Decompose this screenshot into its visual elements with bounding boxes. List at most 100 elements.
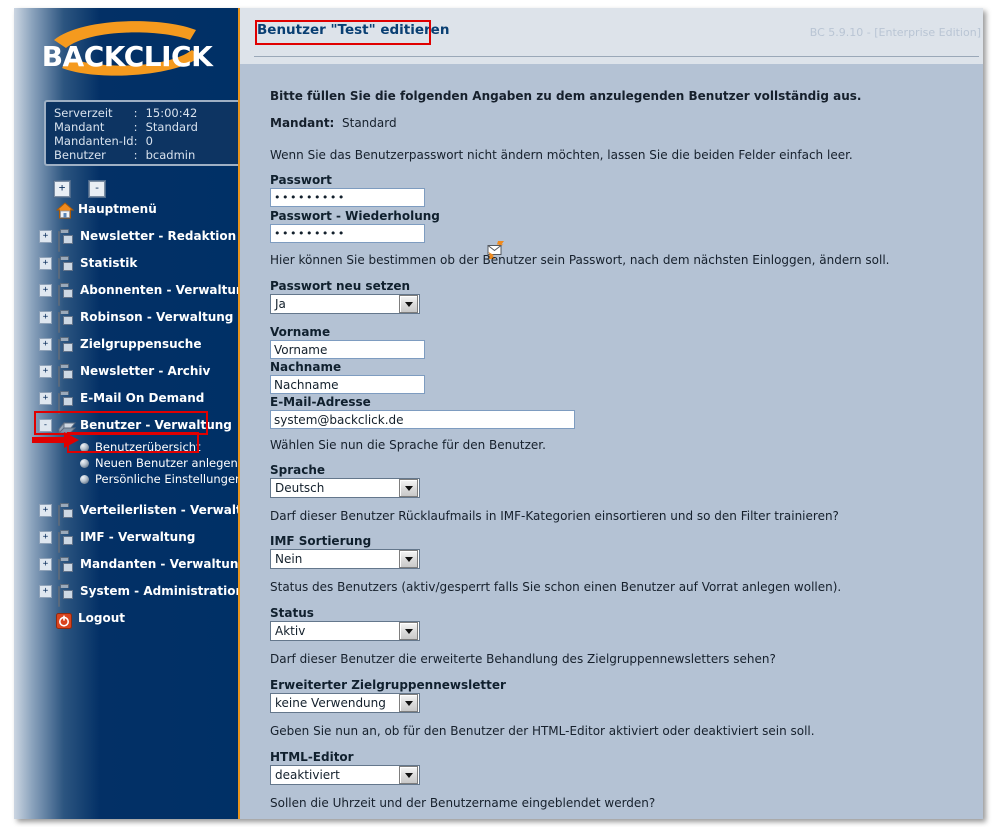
folder-icon xyxy=(58,228,75,252)
sidebar-item-newsletter-redaktion[interactable]: + Newsletter - Redaktion xyxy=(14,223,240,252)
imf-label: IMF Sortierung xyxy=(270,534,372,548)
folder-icon xyxy=(58,255,75,279)
sidebar-item-label: Newsletter - Archiv xyxy=(80,364,211,378)
status-label: Status xyxy=(270,606,314,620)
house-icon xyxy=(55,200,75,219)
sidebar-item-label: Verteilerlisten - Verwaltung xyxy=(80,503,240,517)
info-value: bcadmin xyxy=(145,148,196,162)
expander-icon[interactable]: + xyxy=(39,257,52,270)
password-input[interactable] xyxy=(270,188,425,207)
html-editor-select[interactable]: deaktiviert xyxy=(270,765,420,785)
chevron-down-icon[interactable] xyxy=(399,622,418,640)
bullet-icon xyxy=(80,475,89,484)
sidebar: BACKCLICK Serverzeit : 15:00:42 Mandant … xyxy=(14,8,240,819)
newpassword-select[interactable]: Ja xyxy=(270,294,420,314)
lastname-input[interactable] xyxy=(270,375,425,394)
expander-icon[interactable]: + xyxy=(39,504,52,517)
email-input[interactable] xyxy=(270,410,575,429)
sidebar-item-label: Statistik xyxy=(80,256,138,270)
folder-icon xyxy=(58,529,75,553)
chevron-down-icon[interactable] xyxy=(399,694,418,712)
folder-icon xyxy=(58,309,75,333)
sidebar-item-email-on-demand[interactable]: + E-Mail On Demand xyxy=(14,385,240,414)
sidebar-item-newsletter-archiv[interactable]: + Newsletter - Archiv xyxy=(14,358,240,387)
firstname-input[interactable] xyxy=(270,340,425,359)
language-select-value: Deutsch xyxy=(275,481,325,495)
info-value: Standard xyxy=(145,120,198,134)
expander-icon[interactable]: + xyxy=(39,230,52,243)
newpassword-label: Passwort neu setzen xyxy=(270,279,411,293)
expander-icon[interactable]: + xyxy=(39,284,52,297)
chevron-down-icon[interactable] xyxy=(399,766,418,784)
chevron-down-icon[interactable] xyxy=(399,550,418,568)
users-icon xyxy=(57,417,77,435)
header-divider xyxy=(254,56,979,57)
info-value: 15:00:42 xyxy=(145,106,198,120)
sidebar-item-label: Robinson - Verwaltung xyxy=(80,310,234,324)
zielgruppennewsletter-select-value: keine Verwendung xyxy=(275,696,386,710)
info-value: 0 xyxy=(145,134,153,148)
chevron-down-icon[interactable] xyxy=(399,295,418,313)
collapse-all-button[interactable]: - xyxy=(89,181,106,197)
status-select[interactable]: Aktiv xyxy=(270,621,420,641)
sidebar-item-label: Benutzer - Verwaltung xyxy=(80,418,232,432)
expander-icon[interactable]: - xyxy=(39,419,52,432)
expander-icon[interactable]: + xyxy=(39,365,52,378)
sidebar-item-label: IMF - Verwaltung xyxy=(80,530,196,544)
sidebar-item-system-administration[interactable]: + System - Administration xyxy=(14,578,240,607)
sidebar-subitem-persoenliche-einstellungen[interactable]: Persönliche Einstellungen xyxy=(14,471,240,487)
sidebar-item-hauptmenue[interactable]: Hauptmenü xyxy=(14,196,240,223)
bullet-icon xyxy=(80,443,89,452)
server-info-box: Serverzeit : 15:00:42 Mandant : Standard… xyxy=(44,100,240,166)
zielgruppennewsletter-hint-text: Darf dieser Benutzer die erweiterte Beha… xyxy=(270,652,776,666)
mandant-value: Standard xyxy=(342,116,397,130)
password-repeat-input[interactable] xyxy=(270,224,425,243)
sidebar-item-label: Hauptmenü xyxy=(78,202,157,216)
password-hint-text: Wenn Sie das Benutzerpasswort nicht ände… xyxy=(270,148,853,162)
expander-icon[interactable]: + xyxy=(39,338,52,351)
info-row: Benutzer : bcadmin xyxy=(54,149,198,163)
imf-select[interactable]: Nein xyxy=(270,549,420,569)
sidebar-item-imf-verwaltung[interactable]: + IMF - Verwaltung xyxy=(14,524,240,553)
sidebar-subitem-benutzeruebersicht[interactable]: Benutzerübersicht xyxy=(14,439,240,455)
time-display-hint-text: Sollen die Uhrzeit und der Benutzername … xyxy=(270,796,656,810)
imf-select-value: Nein xyxy=(275,552,303,566)
expander-icon[interactable]: + xyxy=(39,311,52,324)
folder-icon xyxy=(58,502,75,526)
sidebar-item-robinson-verwaltung[interactable]: + Robinson - Verwaltung xyxy=(14,304,240,333)
sidebar-item-statistik[interactable]: + Statistik xyxy=(14,250,240,279)
logo-text: BACKCLICK xyxy=(41,40,213,73)
expander-icon[interactable]: + xyxy=(39,558,52,571)
expander-icon[interactable]: + xyxy=(39,392,52,405)
sidebar-item-logout[interactable]: Logout xyxy=(14,605,240,632)
zielgruppennewsletter-select[interactable]: keine Verwendung xyxy=(270,693,420,713)
zielgruppennewsletter-label: Erweiterter Zielgruppennewsletter xyxy=(270,678,506,692)
email-label: E-Mail-Adresse xyxy=(270,395,371,409)
folder-icon xyxy=(58,556,75,580)
application-window: BACKCLICK Serverzeit : 15:00:42 Mandant … xyxy=(0,0,992,827)
version-label: BC 5.9.10 - [Enterprise Edition] xyxy=(809,26,981,39)
status-select-value: Aktiv xyxy=(275,624,306,638)
chevron-down-icon[interactable] xyxy=(399,479,418,497)
html-editor-label: HTML-Editor xyxy=(270,750,354,764)
sidebar-subitem-neuen-benutzer-anlegen[interactable]: Neuen Benutzer anlegen xyxy=(14,455,240,471)
page-header: Benutzer "Test" editieren BC 5.9.10 - [E… xyxy=(240,8,983,64)
sidebar-item-verteilerlisten-verwaltung[interactable]: + Verteilerlisten - Verwaltung xyxy=(14,497,240,526)
app-frame: BACKCLICK Serverzeit : 15:00:42 Mandant … xyxy=(14,8,983,819)
sidebar-subitem-label: Persönliche Einstellungen xyxy=(95,472,240,486)
password-label: Passwort xyxy=(270,173,332,187)
mandant-label: Mandant: xyxy=(270,116,335,130)
status-hint-text: Status des Benutzers (aktiv/gesperrt fal… xyxy=(270,580,842,594)
sidebar-item-label: Mandanten - Verwaltung xyxy=(80,557,240,571)
expander-icon[interactable]: + xyxy=(39,531,52,544)
sidebar-item-abonnenten-verwaltung[interactable]: + Abonnenten - Verwaltung xyxy=(14,277,240,306)
sidebar-item-zielgruppensuche[interactable]: + Zielgruppensuche xyxy=(14,331,240,360)
language-hint-text: Wählen Sie nun die Sprache für den Benut… xyxy=(270,438,546,452)
language-select[interactable]: Deutsch xyxy=(270,478,420,498)
expand-all-button[interactable]: + xyxy=(54,181,70,197)
firstname-label: Vorname xyxy=(270,325,331,339)
expander-icon[interactable]: + xyxy=(39,585,52,598)
lastname-label: Nachname xyxy=(270,360,342,374)
sidebar-item-mandanten-verwaltung[interactable]: + Mandanten - Verwaltung xyxy=(14,551,240,580)
sidebar-item-benutzer-verwaltung[interactable]: - Benutzer - Verwaltung xyxy=(14,412,240,439)
